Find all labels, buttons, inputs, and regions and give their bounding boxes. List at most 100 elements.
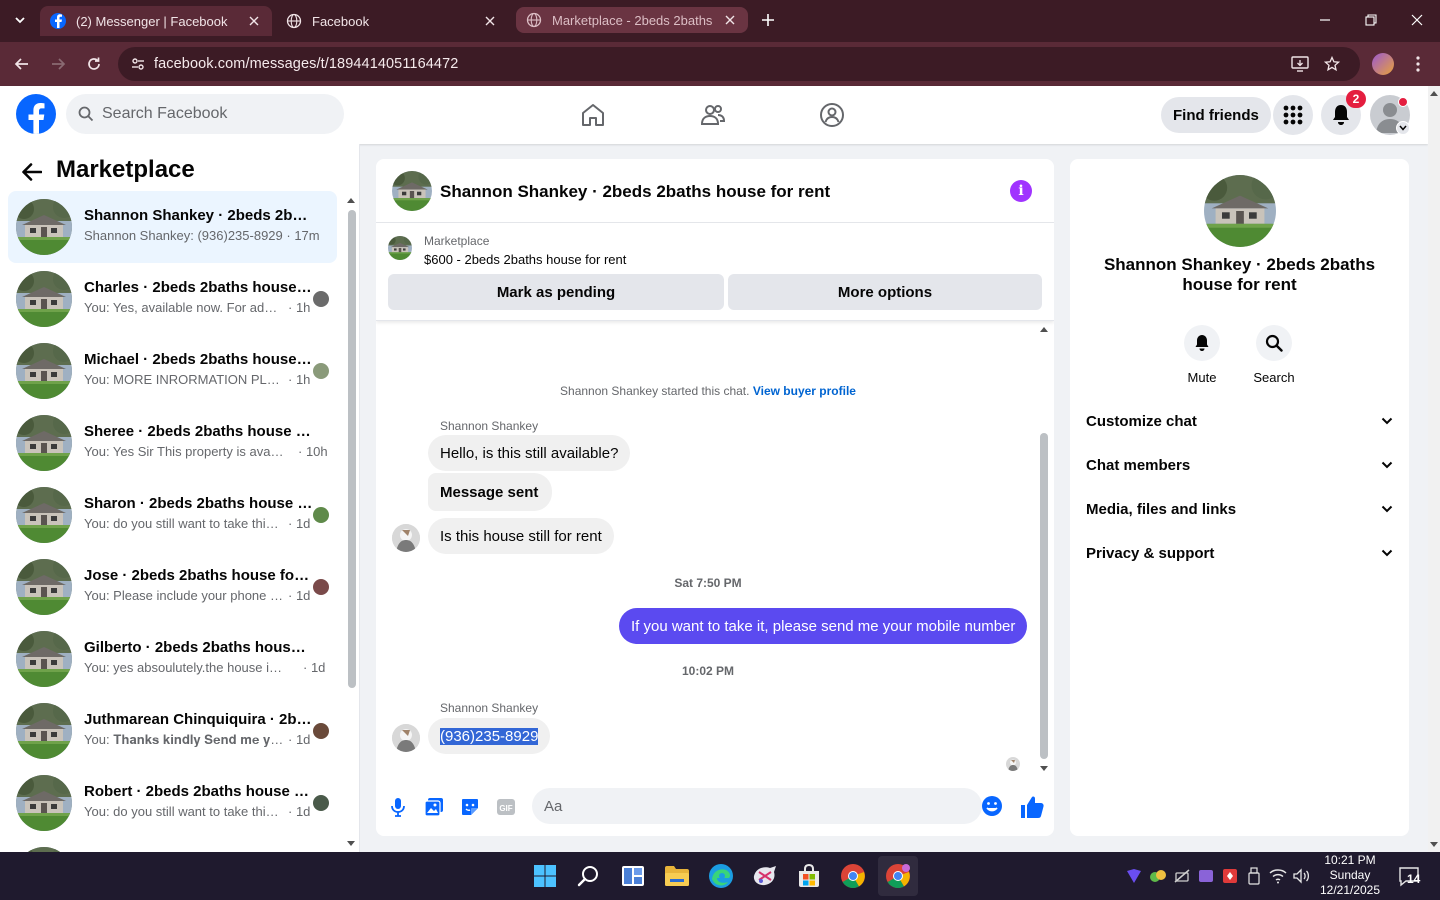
close-tab-icon[interactable] <box>246 13 262 29</box>
incoming-message[interactable]: (936)235-8929 <box>428 718 551 754</box>
sender-avatar[interactable] <box>392 724 420 752</box>
tab-facebook[interactable]: Facebook <box>276 6 508 36</box>
restore-button[interactable] <box>1348 6 1394 34</box>
view-buyer-profile-link[interactable]: View buyer profile <box>753 384 856 398</box>
chat-scrollbar[interactable] <box>1038 325 1050 773</box>
back-to-chats-button[interactable] <box>20 160 44 184</box>
privacy-support-section[interactable]: Privacy & support <box>1086 531 1393 575</box>
site-settings-icon[interactable] <box>122 56 154 72</box>
edge-browser-button[interactable] <box>705 860 737 892</box>
chat-scroll-thumb[interactable] <box>1040 433 1048 759</box>
listing-title[interactable]: $600 - 2beds 2baths house for rent <box>424 252 626 267</box>
groups-nav-button[interactable] <box>814 98 850 132</box>
listing-thumbnail[interactable] <box>388 236 412 260</box>
conversation-item[interactable]: Gilberto · 2beds 2baths house for rent Y… <box>8 623 337 695</box>
tab-messenger[interactable]: (2) Messenger | Facebook <box>40 6 272 36</box>
attach-media-button[interactable] <box>422 795 446 819</box>
conversation-item[interactable]: Shannon Shankey · 2beds 2baths house for… <box>8 191 337 263</box>
tab-search-button[interactable] <box>6 6 34 34</box>
sender-avatar[interactable] <box>392 524 420 552</box>
facebook-search-input[interactable] <box>102 105 322 123</box>
mute-action[interactable]: Mute <box>1172 325 1232 385</box>
incoming-message[interactable]: Is this house still for rent <box>428 518 614 554</box>
mute-button[interactable] <box>1184 325 1220 361</box>
wifi-icon[interactable] <box>1268 866 1288 886</box>
minimize-button[interactable] <box>1302 6 1348 34</box>
page-scrollbar[interactable] <box>1428 86 1440 852</box>
reload-button[interactable] <box>80 50 108 78</box>
chat-listing-avatar[interactable] <box>392 171 432 211</box>
tray-app-icon[interactable] <box>1124 866 1144 886</box>
incoming-message[interactable]: Hello, is this still available? <box>428 435 631 471</box>
conversation-item[interactable]: Sharon · 2beds 2baths house for rent You… <box>8 479 337 551</box>
customize-chat-section[interactable]: Customize chat <box>1086 399 1393 443</box>
close-tab-icon[interactable] <box>722 12 738 28</box>
tray-app-icon[interactable] <box>1196 866 1216 886</box>
install-app-icon[interactable] <box>1284 47 1316 81</box>
system-clock[interactable]: 10:21 PM Sunday 12/21/2025 <box>1316 853 1384 898</box>
thumbs-up-icon[interactable] <box>1018 793 1046 821</box>
facebook-search-box[interactable] <box>66 94 344 134</box>
conversation-item[interactable] <box>8 839 337 852</box>
tab-marketplace[interactable]: Marketplace - 2beds 2baths house for ren… <box>516 7 748 33</box>
conversation-item[interactable]: Sheree · 2beds 2baths house for rent You… <box>8 407 337 479</box>
friends-nav-button[interactable] <box>695 98 731 132</box>
facebook-logo[interactable] <box>16 94 56 134</box>
microsoft-store-button[interactable] <box>793 860 825 892</box>
conversation-item[interactable]: Juthmarean Chinquiquira · 2beds 2baths h… <box>8 695 337 767</box>
address-bar[interactable]: facebook.com/messages/t/1894414051164472 <box>118 47 1360 81</box>
back-button[interactable] <box>8 50 36 78</box>
listing-avatar-large[interactable] <box>1204 175 1276 247</box>
conversation-info-button[interactable]: i <box>1010 180 1032 202</box>
close-tab-icon[interactable] <box>482 13 498 29</box>
search-in-conversation-button[interactable] <box>1256 325 1292 361</box>
find-friends-button[interactable]: Find friends <box>1161 97 1271 133</box>
tray-app-icon[interactable] <box>1220 866 1240 886</box>
taskbar-search-button[interactable] <box>573 860 605 892</box>
scroll-down-arrow-icon[interactable] <box>1038 765 1050 773</box>
sticker-button[interactable] <box>458 795 482 819</box>
scroll-up-arrow-icon[interactable] <box>1038 325 1050 333</box>
home-nav-button[interactable] <box>575 98 611 132</box>
outgoing-message[interactable]: If you want to take it, please send me y… <box>619 608 1028 644</box>
file-explorer-button[interactable] <box>661 860 693 892</box>
sidebar-scroll-thumb[interactable] <box>348 210 356 688</box>
more-options-button[interactable]: More options <box>728 274 1042 310</box>
scroll-up-arrow-icon[interactable] <box>1428 88 1440 98</box>
scroll-down-arrow-icon[interactable] <box>346 840 356 848</box>
start-button[interactable] <box>529 860 561 892</box>
notification-center-button[interactable]: 14 <box>1398 866 1422 888</box>
scroll-down-arrow-icon[interactable] <box>1428 840 1440 850</box>
search-in-conversation-action[interactable]: Search <box>1244 325 1304 385</box>
browser-menu-button[interactable] <box>1406 50 1430 78</box>
conversation-item[interactable]: Michael · 2beds 2baths house for rent Yo… <box>8 335 337 407</box>
usb-icon[interactable] <box>1244 866 1264 886</box>
tray-app-icon[interactable] <box>1172 866 1192 886</box>
mark-as-pending-button[interactable]: Mark as pending <box>388 274 724 310</box>
selected-phone-number[interactable]: (936)235-8929 <box>440 727 539 745</box>
bookmark-star-icon[interactable] <box>1316 47 1348 81</box>
incoming-message[interactable]: Message sent <box>428 473 553 511</box>
tray-app-icon[interactable] <box>1148 866 1168 886</box>
browser-profile-avatar[interactable] <box>1372 53 1394 75</box>
chat-members-section[interactable]: Chat members <box>1086 443 1393 487</box>
widgets-button[interactable] <box>617 860 649 892</box>
sidebar-scrollbar[interactable] <box>346 198 356 848</box>
chrome-profile-button[interactable] <box>882 860 914 892</box>
conversation-item[interactable]: Robert · 2beds 2baths house for rent You… <box>8 767 337 839</box>
snipping-tool-button[interactable] <box>749 860 781 892</box>
scroll-up-arrow-icon[interactable] <box>346 196 356 204</box>
chat-title[interactable]: Shannon Shankey · 2beds 2baths house for… <box>440 182 830 202</box>
chrome-button[interactable] <box>837 860 869 892</box>
media-files-links-section[interactable]: Media, files and links <box>1086 487 1393 531</box>
message-input[interactable] <box>532 788 982 824</box>
emoji-icon[interactable] <box>981 795 1003 817</box>
voice-clip-button[interactable] <box>386 795 410 819</box>
account-chevron[interactable] <box>1396 121 1410 135</box>
conversation-item[interactable]: Charles · 2beds 2baths house for rent Yo… <box>8 263 337 335</box>
conversation-item[interactable]: Jose · 2beds 2baths house for rent You: … <box>8 551 337 623</box>
close-window-button[interactable] <box>1394 6 1440 34</box>
gif-button[interactable]: GIF <box>494 795 518 819</box>
menu-button[interactable] <box>1273 95 1313 135</box>
volume-icon[interactable] <box>1292 866 1312 886</box>
